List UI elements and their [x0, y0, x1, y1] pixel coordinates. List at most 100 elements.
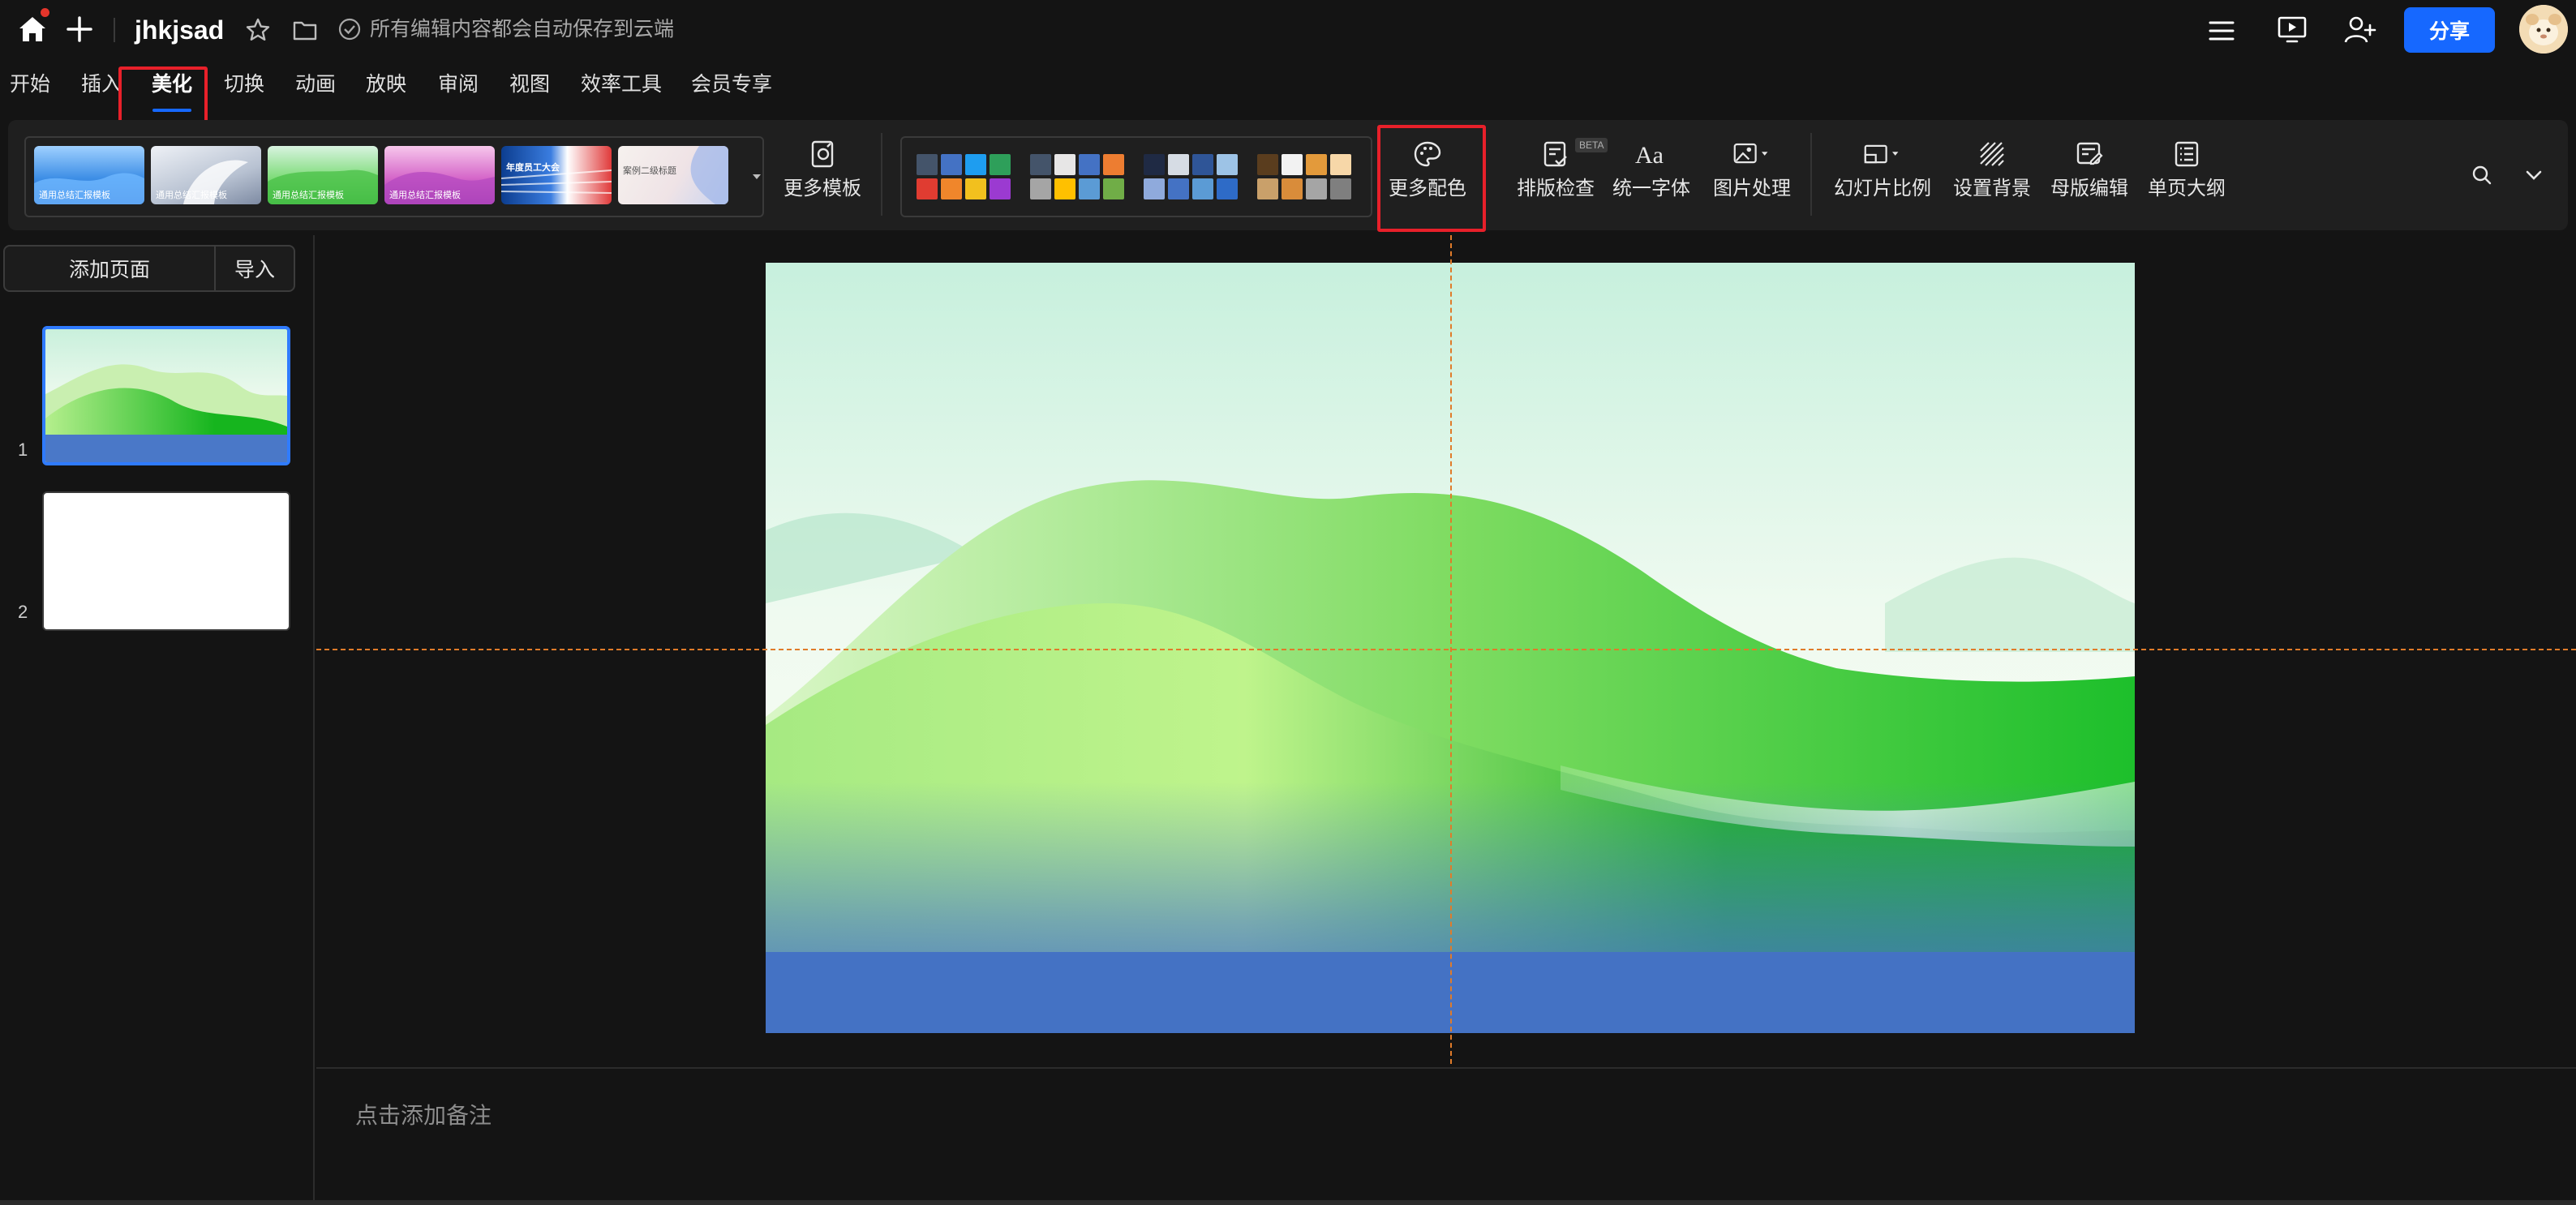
- color-scheme[interactable]: [1030, 154, 1127, 199]
- color-swatch: [1330, 154, 1351, 175]
- collapse-ribbon-button[interactable]: [2514, 156, 2553, 195]
- color-swatch: [1306, 178, 1327, 199]
- color-swatch: [1168, 154, 1189, 175]
- tab-view[interactable]: 视图: [509, 71, 550, 97]
- template-thumbnail[interactable]: 通用总结汇报模板: [34, 146, 144, 204]
- template-caption: 通用总结汇报模板: [39, 191, 110, 200]
- layout-check-icon: [1536, 135, 1575, 174]
- chevron-down-icon[interactable]: [753, 170, 761, 179]
- color-scheme[interactable]: [1144, 154, 1241, 199]
- color-swatch: [1217, 178, 1238, 199]
- color-scheme[interactable]: [917, 154, 1014, 199]
- template-thumbnail[interactable]: 通用总结汇报模板: [151, 146, 261, 204]
- notification-dot: [41, 8, 49, 17]
- share-button[interactable]: 分享: [2404, 7, 2495, 53]
- folder-icon[interactable]: [289, 14, 321, 46]
- check-circle-icon: [336, 15, 363, 43]
- slide-panel: 添加页面 导入 1 2: [0, 235, 315, 1205]
- import-button[interactable]: 导入: [216, 245, 295, 292]
- template-thumbnail[interactable]: 年度员工大会: [501, 146, 612, 204]
- color-swatch: [1306, 154, 1327, 175]
- color-swatch: [1030, 178, 1051, 199]
- tab-animation[interactable]: 动画: [295, 71, 336, 97]
- color-swatch: [917, 154, 938, 175]
- color-swatch: [917, 178, 938, 199]
- template-thumbnail[interactable]: 案例二级标题: [618, 146, 728, 204]
- template-thumbnail[interactable]: 通用总结汇报模板: [268, 146, 378, 204]
- tab-start[interactable]: 开始: [10, 71, 50, 97]
- search-button[interactable]: [2462, 156, 2501, 195]
- tab-slideshow[interactable]: 放映: [366, 71, 406, 97]
- add-user-icon[interactable]: [2342, 12, 2378, 48]
- add-page-button[interactable]: 添加页面: [3, 245, 216, 292]
- image-icon: [1732, 135, 1771, 174]
- color-swatch: [990, 154, 1011, 175]
- svg-text:Aa: Aa: [1635, 142, 1664, 169]
- tab-efficiency-tools[interactable]: 效率工具: [581, 71, 662, 97]
- color-swatch: [1030, 154, 1051, 175]
- image-process-label: 图片处理: [1713, 178, 1791, 199]
- master-edit-icon: [2070, 135, 2109, 174]
- color-scheme-gallery: [900, 136, 1372, 217]
- menu-icon[interactable]: [2205, 14, 2239, 48]
- horizontal-guide-line: [316, 649, 2576, 650]
- slide-number: 1: [18, 440, 28, 460]
- tab-transition[interactable]: 切换: [224, 71, 264, 97]
- color-swatch: [1054, 154, 1075, 175]
- document-title[interactable]: jhkjsad: [135, 15, 224, 45]
- ribbon-divider: [1810, 133, 1812, 216]
- color-swatch: [1144, 178, 1165, 199]
- autosave-status: 所有编辑内容都会自动保存到云端: [370, 18, 675, 41]
- plus-icon[interactable]: [63, 13, 96, 45]
- template-caption: 通用总结汇报模板: [389, 191, 461, 200]
- slide-thumbnail[interactable]: [42, 491, 290, 631]
- image-process-button[interactable]: 图片处理: [1707, 135, 1797, 201]
- set-background-button[interactable]: 设置背景: [1947, 135, 2037, 201]
- template-thumbnail[interactable]: 通用总结汇报模板: [384, 146, 495, 204]
- color-swatch: [965, 154, 986, 175]
- color-swatch: [1079, 154, 1100, 175]
- ribbon-divider: [881, 133, 882, 216]
- unify-font-button[interactable]: Aa 统一字体: [1611, 135, 1692, 201]
- color-swatch: [1054, 178, 1075, 199]
- outline-button[interactable]: 单页大纲: [2141, 135, 2232, 201]
- tab-member[interactable]: 会员专享: [691, 71, 772, 97]
- search-icon: [2462, 156, 2501, 195]
- color-swatch: [1103, 178, 1124, 199]
- font-icon: Aa: [1632, 135, 1671, 174]
- color-swatch: [990, 178, 1011, 199]
- color-swatch: [941, 154, 962, 175]
- slide-canvas: [316, 235, 2576, 1067]
- color-swatch: [1257, 154, 1278, 175]
- slide-ratio-button[interactable]: 幻灯片比例: [1830, 135, 1935, 201]
- divider: [114, 18, 115, 42]
- template-caption: 通用总结汇报模板: [273, 191, 344, 200]
- template-caption: 年度员工大会: [506, 163, 560, 173]
- master-edit-label: 母版编辑: [2050, 178, 2128, 199]
- highlight-beautify-tab: [118, 66, 208, 125]
- star-icon[interactable]: [242, 14, 274, 46]
- color-scheme[interactable]: [1257, 154, 1355, 199]
- tab-review[interactable]: 审阅: [438, 71, 479, 97]
- menu-tabs: 开始 插入 美化 切换 动画 放映 审阅 视图 效率工具 会员专享: [0, 60, 2576, 114]
- color-swatch: [1144, 154, 1165, 175]
- color-swatch: [1192, 178, 1213, 199]
- unify-font-label: 统一字体: [1612, 178, 1690, 199]
- template-caption: 案例二级标题: [623, 166, 676, 176]
- present-icon[interactable]: [2274, 12, 2310, 48]
- color-swatch: [1079, 178, 1100, 199]
- slide-number: 2: [18, 602, 28, 622]
- notes-placeholder[interactable]: 点击添加备注: [355, 1098, 492, 1130]
- avatar[interactable]: [2519, 5, 2568, 54]
- master-edit-button[interactable]: 母版编辑: [2044, 135, 2135, 201]
- layout-check-label: 排版检查: [1517, 178, 1595, 199]
- slide-thumbnail[interactable]: [42, 326, 290, 465]
- template-caption: 通用总结汇报模板: [156, 191, 227, 200]
- ribbon-toolbar: 通用总结汇报模板 通用总结汇报模板 通用总结汇报模板 通用总结汇报模板 年度员工…: [8, 120, 2568, 230]
- notes-panel[interactable]: 点击添加备注: [316, 1067, 2576, 1202]
- beta-badge: BETA: [1575, 138, 1608, 152]
- more-templates-button[interactable]: 更多模板: [775, 135, 869, 201]
- tab-insert[interactable]: 插入: [81, 71, 122, 97]
- color-swatch: [1282, 178, 1303, 199]
- template-gallery: 通用总结汇报模板 通用总结汇报模板 通用总结汇报模板 通用总结汇报模板 年度员工…: [24, 136, 764, 217]
